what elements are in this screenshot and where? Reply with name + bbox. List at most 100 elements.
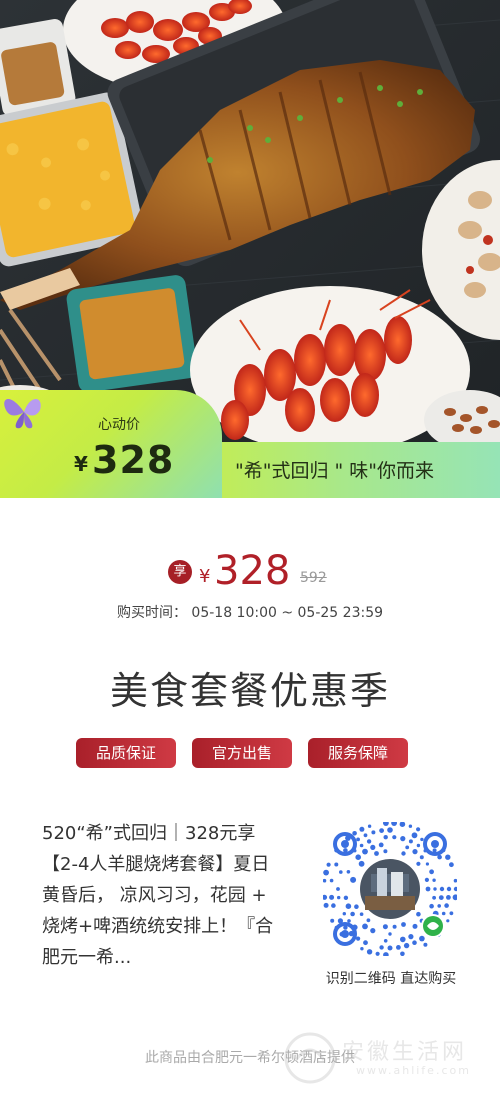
watermark-url: www.ahlife.com: [356, 1064, 471, 1077]
qr-dot: [359, 826, 365, 832]
qr-dot: [383, 939, 388, 943]
qr-dot: [383, 849, 388, 854]
qr-dot: [391, 820, 397, 826]
qr-dot: [423, 942, 428, 947]
qr-dot: [378, 842, 384, 848]
qr-dot: [387, 945, 393, 951]
qr-dot: [408, 934, 414, 940]
purchase-time: 购买时间： 05-18 10:00 ~ 05-25 23:59: [0, 602, 500, 622]
qr-dot: [371, 830, 376, 835]
qr-dot: [363, 940, 368, 946]
qr-dot: [445, 854, 451, 860]
qr-dot: [329, 878, 334, 883]
qr-dot: [350, 911, 355, 917]
qr-dot: [449, 862, 454, 868]
original-price: 592: [300, 570, 327, 586]
qr-dot: [396, 945, 401, 950]
qr-dot: [401, 922, 406, 927]
qr-dot: [356, 837, 360, 842]
qr-dot: [350, 876, 357, 883]
enjoy-badge: 享: [168, 560, 192, 584]
qr-dot: [453, 886, 459, 892]
qr-dot: [366, 839, 372, 844]
hero-price: 328: [92, 438, 175, 482]
qr-dot: [419, 855, 424, 860]
qr-dot: [444, 903, 449, 908]
qr-dot: [411, 832, 418, 839]
qr-dot: [400, 836, 406, 842]
qr-dot: [420, 837, 424, 842]
qr-dot: [363, 833, 368, 838]
qr-dot: [359, 843, 364, 848]
qr-finder-center: [431, 840, 439, 848]
qr-dot: [388, 932, 392, 936]
page-title: 美食套餐优惠季: [109, 669, 390, 713]
butterfly-icon: [4, 398, 41, 429]
qr-dot: [416, 827, 421, 832]
qr-dot: [392, 835, 397, 840]
qr-dot: [345, 903, 352, 909]
qr-dot: [425, 862, 429, 866]
qr-dot: [375, 951, 380, 956]
qr-dot: [356, 936, 361, 941]
qr-dot: [370, 844, 376, 850]
qr-dot: [337, 895, 341, 900]
qr-dot: [453, 878, 458, 883]
qr-dot: [334, 862, 339, 867]
qr-dot: [405, 845, 410, 850]
qr-dot: [425, 886, 431, 892]
qr-dot: [362, 848, 368, 855]
qr-dot: [343, 895, 349, 900]
promo-currency: ¥: [199, 566, 211, 587]
qr-dot: [346, 870, 351, 874]
qr-dot: [360, 947, 364, 951]
qr-dot: [400, 936, 406, 943]
qr-dot: [416, 861, 421, 866]
qr-dot: [374, 851, 379, 856]
qr-dot: [366, 949, 373, 955]
qr-dot: [383, 820, 389, 826]
mini-program-code[interactable]: [321, 820, 459, 958]
product-description: 520“希”式回归｜328元享【2-4人羊腿烧烤套餐】夏日黄昏后， 凉风习习，花…: [42, 823, 274, 968]
hero-currency: ¥: [74, 452, 88, 476]
qr-dot: [401, 851, 406, 856]
qr-dot: [359, 912, 364, 916]
badge-quality: 品质保证: [76, 738, 176, 768]
qr-dot: [429, 869, 434, 875]
qr-dot: [437, 904, 441, 908]
time-label: 购买时间：: [116, 605, 187, 621]
qr-dot: [419, 935, 425, 942]
qr-dot: [438, 895, 444, 900]
qr-dot: [408, 839, 413, 844]
qr-dot: [370, 928, 376, 934]
watermark: 安徽生活网 www.ahlife.com: [282, 1028, 492, 1088]
price-banner: "希"式回归 " 味"你而来 心动价 ¥ 328: [0, 390, 500, 498]
qr-dot: [358, 860, 365, 867]
qr-dot: [331, 903, 336, 908]
qr-dot: [452, 894, 459, 901]
qr-dot: [323, 902, 329, 908]
qr-finder-center: [341, 840, 349, 848]
qr-dot: [339, 870, 343, 874]
qr-dot: [416, 843, 421, 848]
qr-dot: [347, 919, 351, 923]
qr-caption: 识别二维码 直达购买: [325, 971, 457, 987]
qr-dot: [429, 903, 434, 909]
qr-dot: [412, 849, 418, 855]
qr-dot: [399, 821, 406, 827]
qr-dot: [336, 887, 340, 891]
qr-dot: [446, 886, 452, 892]
hero-image: "希"式回归 " 味"你而来 心动价 ¥ 328: [0, 0, 500, 498]
qr-dot: [424, 877, 429, 882]
qr-dot: [354, 904, 359, 909]
qr-dot: [322, 878, 327, 883]
qr-dot: [383, 952, 389, 958]
promo-price: 328: [214, 548, 291, 594]
qr-dot: [439, 886, 445, 892]
qr-dot: [387, 827, 393, 833]
qr-dot: [446, 895, 451, 900]
qr-dot: [432, 878, 436, 882]
qr-dot: [449, 911, 454, 916]
qr-dot: [352, 831, 357, 836]
qr-dot: [400, 951, 405, 957]
